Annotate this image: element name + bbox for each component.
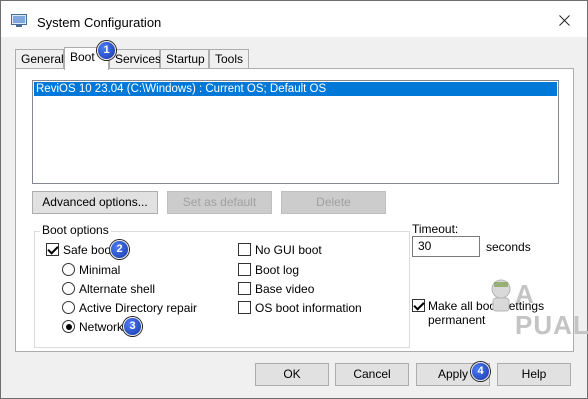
- radio-active-directory-repair-label: Active Directory repair: [79, 301, 198, 315]
- make-permanent-label-line2: permanent: [428, 313, 486, 327]
- delete-button[interactable]: Delete: [281, 191, 386, 214]
- os-list-item[interactable]: ReviOS 10 23.04 (C:\Windows) : Current O…: [34, 82, 557, 96]
- annotation-badge-1: 1: [97, 41, 116, 60]
- tab-services[interactable]: Services: [109, 49, 161, 69]
- boot-log-label: Boot log: [255, 263, 300, 277]
- timeout-label: Timeout:: [412, 222, 459, 236]
- close-icon: [558, 14, 570, 26]
- ok-button[interactable]: OK: [255, 363, 329, 386]
- base-video-label: Base video: [255, 282, 315, 296]
- radio-active-directory-repair[interactable]: [62, 301, 75, 314]
- tab-startup[interactable]: Startup: [160, 49, 209, 69]
- appuals-watermark: A PUALS: [515, 279, 588, 340]
- radio-network-label: Network: [79, 320, 124, 334]
- timeout-unit-label: seconds: [486, 240, 531, 254]
- msconfig-app-icon: [11, 14, 27, 27]
- radio-alternate-shell-label: Alternate shell: [79, 282, 156, 296]
- os-boot-information-checkbox[interactable]: [238, 301, 251, 314]
- safe-boot-checkbox[interactable]: [46, 243, 59, 256]
- window-title: System Configuration: [37, 15, 162, 30]
- make-permanent-checkbox[interactable]: [412, 299, 425, 312]
- base-video-checkbox[interactable]: [238, 282, 251, 295]
- no-gui-boot-checkbox[interactable]: [238, 243, 251, 256]
- annotation-badge-4: 4: [471, 362, 490, 381]
- radio-alternate-shell[interactable]: [62, 282, 75, 295]
- no-gui-boot-label: No GUI boot: [255, 243, 322, 257]
- annotation-badge-3: 3: [123, 317, 142, 336]
- boot-options-label: Boot options: [40, 223, 111, 237]
- annotation-badge-2: 2: [110, 240, 129, 259]
- help-button[interactable]: Help: [497, 363, 571, 386]
- close-button[interactable]: [549, 7, 579, 33]
- tab-general[interactable]: General: [15, 49, 64, 69]
- safe-boot-label: Safe boot: [63, 243, 115, 257]
- system-configuration-window: System Configuration General Boot Servic…: [0, 0, 588, 399]
- tab-tools[interactable]: Tools: [209, 49, 249, 69]
- title-bar: System Configuration: [1, 1, 587, 37]
- radio-network[interactable]: [62, 320, 75, 333]
- advanced-options-button[interactable]: Advanced options...: [32, 191, 158, 214]
- boot-log-checkbox[interactable]: [238, 263, 251, 276]
- os-list[interactable]: ReviOS 10 23.04 (C:\Windows) : Current O…: [32, 80, 559, 184]
- radio-minimal[interactable]: [62, 263, 75, 276]
- radio-minimal-label: Minimal: [79, 263, 121, 277]
- set-as-default-button[interactable]: Set as default: [167, 191, 272, 214]
- timeout-input[interactable]: 30: [412, 236, 480, 257]
- os-boot-information-label: OS boot information: [255, 301, 362, 315]
- cancel-button[interactable]: Cancel: [335, 363, 409, 386]
